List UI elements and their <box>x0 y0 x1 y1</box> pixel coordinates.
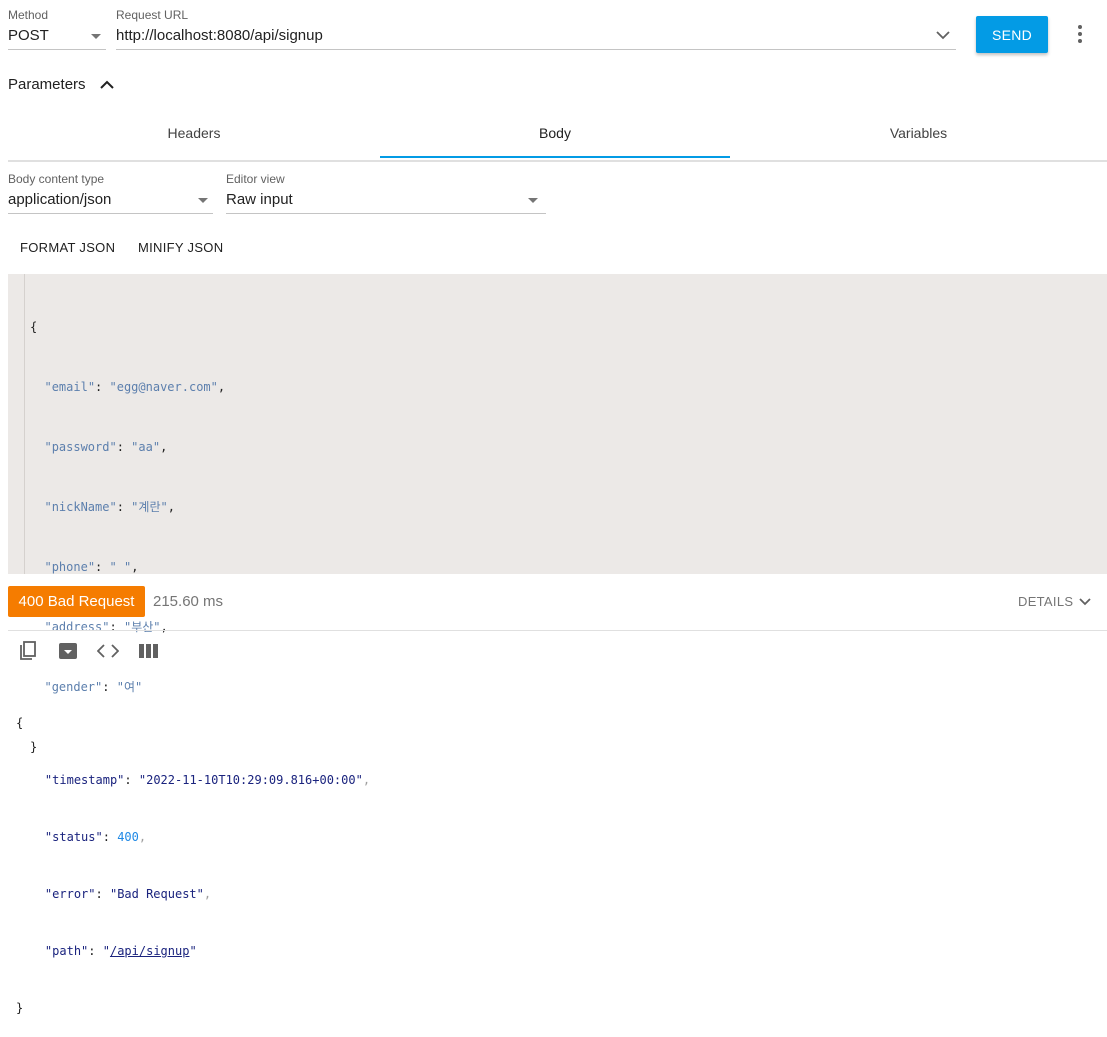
format-json-button[interactable]: FORMAT JSON <box>20 240 115 255</box>
minify-json-button[interactable]: MINIFY JSON <box>138 240 223 255</box>
code-icon[interactable] <box>97 643 119 659</box>
method-select[interactable]: POST <box>8 24 106 50</box>
status-badge: 400 Bad Request <box>8 586 145 617</box>
content-type-label: Body content type <box>8 172 105 186</box>
editor-view-label: Editor view <box>226 172 285 186</box>
tab-bar: Headers Body Variables <box>8 108 1107 162</box>
copy-icon[interactable] <box>18 640 38 662</box>
brace-open: { <box>30 320 38 334</box>
chevron-down-icon <box>198 198 208 203</box>
path-link[interactable]: /api/signup <box>110 944 189 958</box>
parameters-title: Parameters <box>8 76 86 93</box>
response-body: { "timestamp": "2022-11-10T10:29:09.816+… <box>16 716 371 1015</box>
chevron-down-icon <box>1079 598 1091 606</box>
tab-variables[interactable]: Variables <box>730 108 1107 158</box>
content-type-select[interactable]: application/json <box>8 188 213 214</box>
json-line: "address": "부산", <box>44 620 168 634</box>
details-button[interactable]: DETAILS <box>1018 594 1091 609</box>
parameters-toggle[interactable]: Parameters <box>8 76 114 93</box>
chevron-down-icon <box>91 34 101 39</box>
json-line: "phone": " ", <box>44 560 139 574</box>
send-button[interactable]: SEND <box>976 16 1048 53</box>
tab-headers[interactable]: Headers <box>8 108 380 158</box>
active-tab-indicator <box>380 156 730 158</box>
method-label: Method <box>8 8 49 22</box>
url-value: http://localhost:8080/api/signup <box>116 27 323 44</box>
editor-gutter-line <box>24 274 25 574</box>
chevron-up-icon <box>99 80 114 89</box>
editor-view-select[interactable]: Raw input <box>226 188 546 214</box>
body-editor[interactable]: { "email": "egg@naver.com", "password": … <box>8 274 1107 754</box>
chevron-down-icon[interactable] <box>936 30 950 40</box>
chevron-down-icon <box>528 198 538 203</box>
json-line: "nickName": "계란", <box>44 500 175 514</box>
json-line: "email": "egg@naver.com", <box>44 380 226 394</box>
tab-body[interactable]: Body <box>380 108 730 158</box>
content-type-value: application/json <box>8 191 112 208</box>
url-input[interactable]: http://localhost:8080/api/signup <box>116 24 956 50</box>
columns-icon[interactable] <box>139 644 159 658</box>
editor-view-value: Raw input <box>226 191 293 208</box>
save-icon[interactable] <box>58 642 78 660</box>
more-vert-icon[interactable] <box>1074 24 1086 44</box>
method-value: POST <box>8 27 49 44</box>
response-time: 215.60 ms <box>153 593 224 610</box>
response-divider <box>8 630 1107 631</box>
json-line: "password": "aa", <box>44 440 168 454</box>
details-label: DETAILS <box>1018 594 1074 609</box>
url-label: Request URL <box>116 8 189 22</box>
